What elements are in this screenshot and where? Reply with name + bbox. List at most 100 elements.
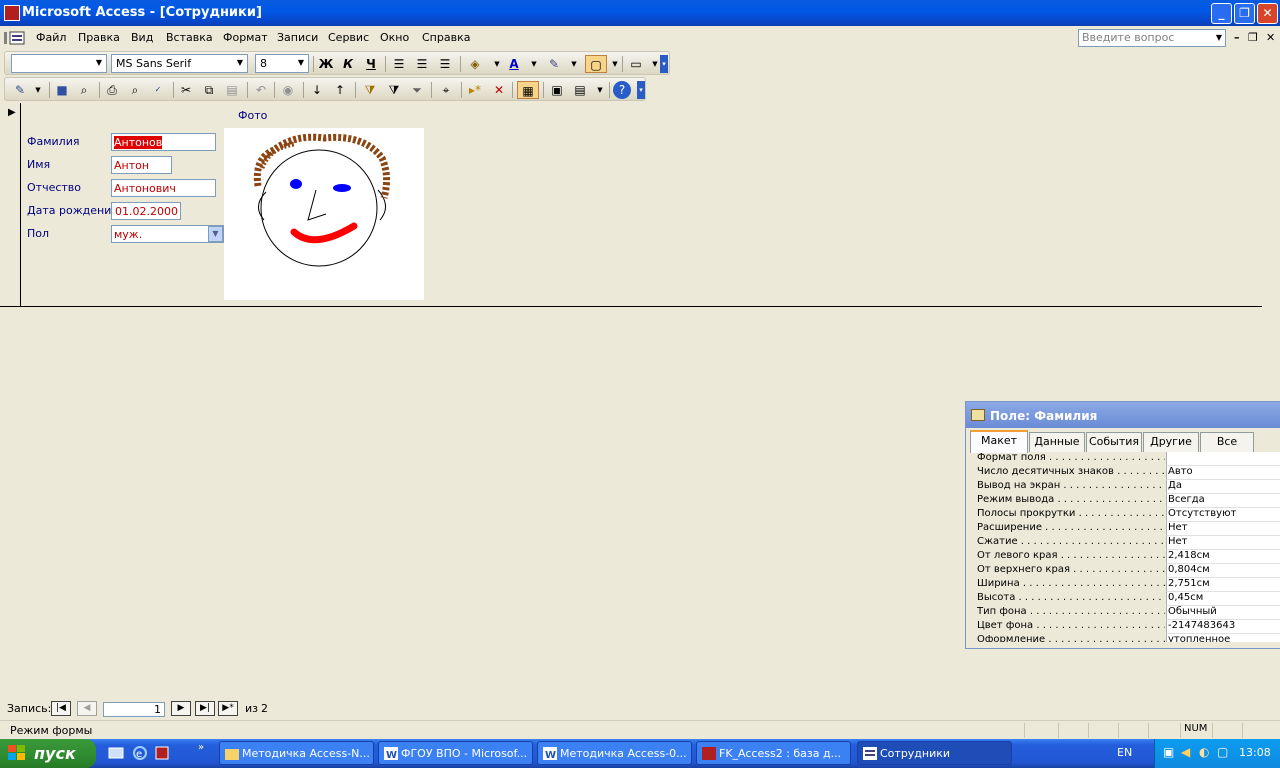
- find-icon[interactable]: ⌖: [437, 81, 455, 99]
- property-value[interactable]: Авто: [1166, 466, 1280, 480]
- birthdate-field[interactable]: 01.02.2000: [111, 202, 181, 220]
- align-right-icon[interactable]: ☰: [436, 55, 454, 73]
- property-row[interactable]: Полосы прокрутки . . . . . . . . . . . .…: [975, 508, 1280, 522]
- ask-dropdown-icon[interactable]: ▼: [1213, 30, 1225, 46]
- menu-view[interactable]: Вид: [131, 31, 153, 44]
- record-number-input[interactable]: 1: [103, 702, 165, 717]
- property-row[interactable]: Цвет фона . . . . . . . . . . . . . . . …: [975, 620, 1280, 634]
- file-search-icon[interactable]: ⌕: [75, 81, 93, 99]
- italic-button[interactable]: К: [339, 55, 357, 73]
- task-fgou-vpo[interactable]: W ФГОУ ВПО - Microsof...: [378, 741, 533, 765]
- view-icon[interactable]: ✎: [11, 81, 29, 99]
- property-row[interactable]: Сжатие . . . . . . . . . . . . . . . . .…: [975, 536, 1280, 550]
- sort-ascending-icon[interactable]: ↓: [308, 81, 326, 99]
- delete-record-icon[interactable]: ✕: [490, 81, 508, 99]
- mdi-restore-icon[interactable]: ❐: [1248, 31, 1258, 44]
- toolbar-options-icon-2[interactable]: ▾: [637, 81, 645, 99]
- internet-explorer-icon[interactable]: e: [132, 745, 148, 761]
- tray-app-icon[interactable]: ◐: [1199, 745, 1209, 759]
- new-object-arrow-icon[interactable]: ▼: [591, 81, 609, 99]
- sort-descending-icon[interactable]: ↑: [331, 81, 349, 99]
- undo-icon[interactable]: ↶: [252, 81, 270, 99]
- menu-insert[interactable]: Вставка: [166, 31, 213, 44]
- property-value[interactable]: -2147483643: [1166, 620, 1280, 634]
- tray-monitor-icon[interactable]: ▢: [1217, 745, 1228, 759]
- task-metodichka-n[interactable]: Методичка Access-N...: [219, 741, 374, 765]
- property-row[interactable]: От верхнего края . . . . . . . . . . . .…: [975, 564, 1280, 578]
- network-icon[interactable]: ▣: [1163, 745, 1174, 759]
- line-color-icon[interactable]: ✎: [545, 55, 563, 73]
- paste-icon[interactable]: ▤: [223, 81, 241, 99]
- font-name-combo[interactable]: MS Sans Serif: [111, 54, 248, 73]
- form-window-icon[interactable]: [4, 30, 26, 46]
- object-combo[interactable]: [11, 54, 107, 73]
- property-value[interactable]: [1166, 452, 1280, 466]
- database-window-icon[interactable]: ▣: [548, 81, 566, 99]
- property-row[interactable]: Режим вывода . . . . . . . . . . . . . .…: [975, 494, 1280, 508]
- property-row[interactable]: Ширина . . . . . . . . . . . . . . . . .…: [975, 578, 1280, 592]
- tab-events[interactable]: События: [1086, 432, 1142, 452]
- font-color-arrow-icon[interactable]: ▼: [525, 55, 543, 73]
- property-row[interactable]: Расширение . . . . . . . . . . . . . . .…: [975, 522, 1280, 536]
- insert-hyperlink-icon[interactable]: ◉: [279, 81, 297, 99]
- menu-records[interactable]: Записи: [277, 31, 318, 44]
- menu-format[interactable]: Формат: [223, 31, 268, 44]
- restore-button[interactable]: ❐: [1234, 3, 1255, 24]
- filter-by-selection-icon[interactable]: ⧩: [361, 81, 379, 99]
- volume-icon[interactable]: ◀: [1181, 745, 1190, 759]
- apply-filter-icon[interactable]: ⏷: [408, 81, 426, 99]
- task-fk-access2[interactable]: FK_Access2 : база д...: [696, 741, 851, 765]
- property-row[interactable]: Высота . . . . . . . . . . . . . . . . .…: [975, 592, 1280, 606]
- object-combo-arrow-icon[interactable]: ▼: [94, 55, 104, 71]
- task-sotrudniki[interactable]: Сотрудники: [857, 741, 1012, 765]
- fill-color-icon[interactable]: ◈: [466, 55, 484, 73]
- show-desktop-icon[interactable]: [108, 745, 124, 761]
- start-button[interactable]: пуск: [0, 739, 96, 768]
- employee-photo[interactable]: [224, 128, 424, 300]
- bold-button[interactable]: Ж: [317, 55, 335, 73]
- new-object-icon[interactable]: ▤: [571, 81, 589, 99]
- special-effect-icon[interactable]: ▢: [585, 55, 607, 73]
- property-value[interactable]: 0,804см: [1166, 564, 1280, 578]
- previous-record-button[interactable]: ◀: [77, 701, 97, 716]
- language-indicator[interactable]: EN: [1117, 746, 1132, 759]
- view-arrow-icon[interactable]: ▼: [29, 81, 47, 99]
- mdi-close-icon[interactable]: ✕: [1266, 31, 1275, 44]
- print-icon[interactable]: ⎙: [103, 81, 121, 99]
- font-name-arrow-icon[interactable]: ▼: [235, 55, 245, 71]
- print-preview-icon[interactable]: ⌕: [126, 81, 144, 99]
- copy-icon[interactable]: ⧉: [200, 81, 218, 99]
- cut-icon[interactable]: ✂: [177, 81, 195, 99]
- save-icon[interactable]: ■: [53, 81, 71, 99]
- property-value[interactable]: Обычный: [1166, 606, 1280, 620]
- first-record-button[interactable]: |◀: [51, 701, 71, 716]
- property-row[interactable]: Оформление . . . . . . . . . . . . . . .…: [975, 634, 1280, 642]
- toolbar-options-icon[interactable]: ▾: [660, 55, 668, 73]
- menu-file[interactable]: Файл: [36, 31, 66, 44]
- font-color-icon[interactable]: A: [505, 55, 523, 73]
- property-row[interactable]: Формат поля . . . . . . . . . . . . . . …: [975, 452, 1280, 466]
- quicklaunch-more-icon[interactable]: »: [198, 742, 204, 753]
- menu-edit[interactable]: Правка: [78, 31, 120, 44]
- fill-color-arrow-icon[interactable]: ▼: [488, 55, 506, 73]
- align-left-icon[interactable]: ☰: [390, 55, 408, 73]
- help-icon[interactable]: ?: [613, 81, 631, 99]
- properties-icon[interactable]: ▦: [517, 81, 539, 99]
- record-selector[interactable]: ▶: [2, 103, 21, 307]
- underline-button[interactable]: Ч: [362, 55, 380, 73]
- property-row[interactable]: Тип фона . . . . . . . . . . . . . . . .…: [975, 606, 1280, 620]
- menu-tools[interactable]: Сервис: [328, 31, 369, 44]
- property-value[interactable]: Отсутствуют: [1166, 508, 1280, 522]
- new-record-icon[interactable]: ▸*: [466, 81, 484, 99]
- next-record-button[interactable]: ▶: [171, 701, 191, 716]
- spelling-icon[interactable]: ✓: [149, 81, 167, 99]
- surname-field[interactable]: Антонов: [111, 133, 216, 151]
- mdi-minimize-icon[interactable]: –: [1234, 31, 1240, 44]
- patronymic-field[interactable]: Антонович: [111, 179, 216, 197]
- tab-layout[interactable]: Макет: [970, 430, 1028, 453]
- task-metodichka-0[interactable]: W Методичка Access-0...: [537, 741, 692, 765]
- ask-question-input[interactable]: Введите вопрос: [1078, 29, 1226, 47]
- font-size-arrow-icon[interactable]: ▼: [296, 55, 306, 71]
- access-quicklaunch-icon[interactable]: [154, 745, 170, 761]
- property-value[interactable]: 2,751см: [1166, 578, 1280, 592]
